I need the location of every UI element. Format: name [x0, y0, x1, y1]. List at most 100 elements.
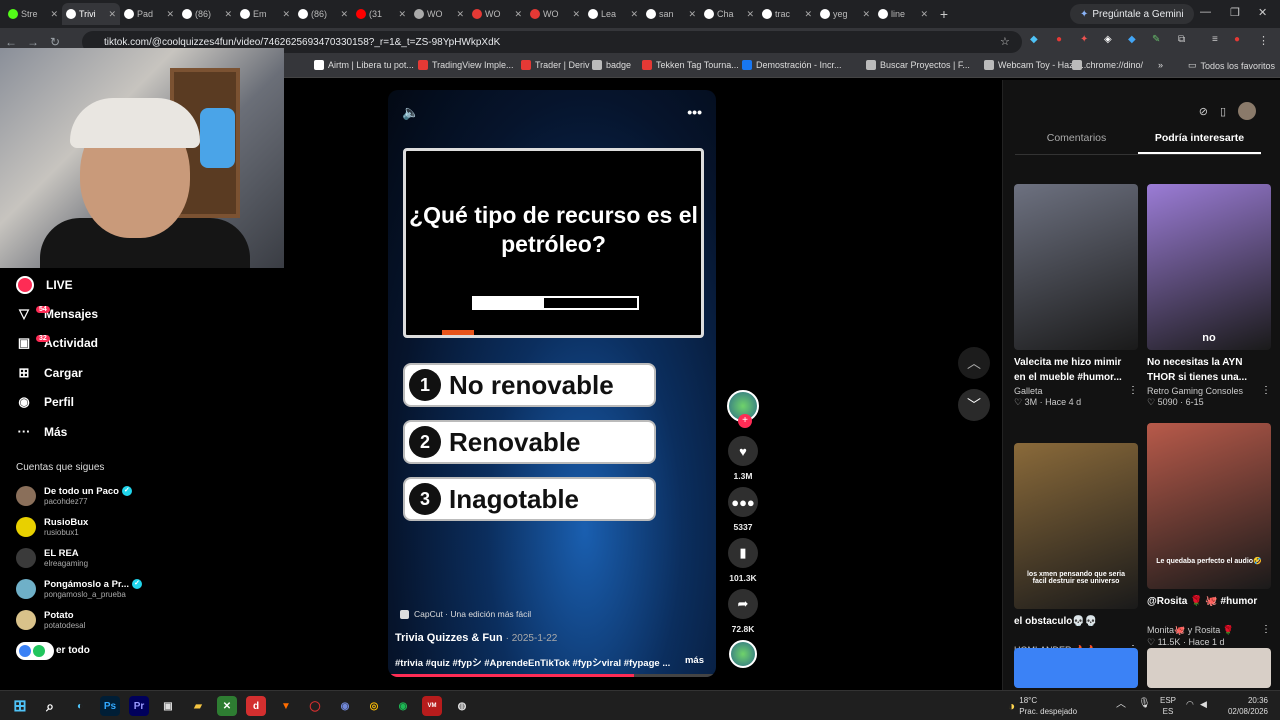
following-account[interactable]: De todo un Paco ✓ pacohdez77 — [0, 480, 285, 511]
video-player[interactable]: 🔈 ••• ¿Qué tipo de recurso es el petróle… — [388, 90, 716, 677]
video-more-link[interactable]: más — [685, 655, 704, 666]
weather-widget[interactable]: ◑ 18°C Prac. despejado — [1008, 695, 1077, 717]
tab-close-icon[interactable]: ✕ — [862, 9, 870, 20]
following-account[interactable]: EL REA elreagaming — [0, 542, 285, 573]
tab-close-icon[interactable]: ✕ — [920, 9, 928, 20]
spotify-icon[interactable]: ◉ — [393, 696, 413, 716]
capcut-label[interactable]: CapCut · Una edición más fácil — [400, 609, 531, 619]
bookmark-item[interactable]: Demostración - Incr... — [742, 60, 842, 70]
volume-icon[interactable]: 🔈 — [402, 104, 419, 121]
tab-recommended[interactable]: Podría interesarte — [1138, 132, 1261, 154]
star-icon[interactable]: ☆ — [1000, 35, 1010, 48]
recommended-video-card[interactable]: los xmen pensando que seria facil destru… — [1014, 443, 1138, 668]
tab-close-icon[interactable]: ✕ — [804, 9, 812, 20]
tab-close-icon[interactable]: ✕ — [224, 9, 232, 20]
tab-close-icon[interactable]: ✕ — [108, 9, 116, 20]
browser-tab[interactable]: Em ✕ — [236, 3, 294, 25]
bookmark-item[interactable]: Tekken Tag Tourna... — [642, 60, 739, 70]
browser-tab[interactable]: Trivi ✕ — [62, 3, 120, 25]
extension-icon[interactable]: ◆ — [1030, 34, 1038, 45]
sidebar-item-upload[interactable]: ⊞ Cargar — [0, 358, 285, 387]
back-icon[interactable]: ← — [0, 35, 22, 49]
minimize-icon[interactable]: — — [1200, 6, 1211, 18]
video-thumbnail[interactable]: no — [1147, 184, 1271, 350]
language-indicator[interactable]: ESP ES — [1160, 695, 1176, 717]
sidebar-item-live[interactable]: ● LIVE — [0, 270, 285, 299]
all-bookmarks-button[interactable]: ▭ Todos los favoritos — [1188, 60, 1275, 71]
tab-close-icon[interactable]: ✕ — [746, 9, 754, 20]
microphone-icon[interactable]: 🎙 — [1138, 698, 1151, 709]
recommended-video-card[interactable]: Valecita me hizo mimir en el mueble #hum… — [1014, 184, 1138, 408]
browser-tab[interactable]: (86) ✕ — [294, 3, 352, 25]
bookmark-item[interactable]: badge — [592, 60, 631, 70]
tab-close-icon[interactable]: ✕ — [50, 9, 58, 20]
brave-icon[interactable]: ▼ — [276, 696, 296, 716]
user-avatar[interactable] — [1238, 102, 1256, 120]
like-button[interactable]: ♥ — [728, 436, 758, 466]
sidebar-item-activity[interactable]: ▣ 32 Actividad — [0, 329, 285, 358]
browser-tab[interactable]: WO ✕ — [526, 3, 584, 25]
card-more-icon[interactable]: ⋮ — [1128, 385, 1138, 396]
browser-tab[interactable]: Pad ✕ — [120, 3, 178, 25]
bookmark-item[interactable]: Trader | Deriv — [521, 60, 590, 70]
volume-tray-icon[interactable]: ◀ — [1200, 699, 1207, 710]
bookmark-item[interactable]: Buscar Proyectos | F... — [866, 60, 970, 70]
folder-icon[interactable]: ▰ — [188, 696, 208, 716]
card-more-icon[interactable]: ⋮ — [1261, 385, 1271, 396]
browser-tab[interactable]: san ✕ — [642, 3, 700, 25]
extension-icon[interactable]: ✎ — [1152, 34, 1160, 45]
browser-tab[interactable]: Stre ✕ — [4, 3, 62, 25]
video-hashtags[interactable]: #trivia #quiz #fypシ #AprendeEnTikTok #fy… — [395, 655, 705, 669]
tab-close-icon[interactable]: ✕ — [166, 9, 174, 20]
see-all-button[interactable]: er todo — [0, 635, 285, 666]
video-more-icon[interactable]: ••• — [687, 104, 702, 121]
recommended-video-card[interactable]: Le quedaba perfecto el audio🤣 @Rosita 🌹 🐙… — [1147, 423, 1271, 648]
comment-button[interactable]: ●●● — [728, 487, 758, 517]
store-icon[interactable]: ▣ — [158, 696, 178, 716]
deriv-icon[interactable]: d — [246, 696, 266, 716]
card-more-icon[interactable]: ⋮ — [1261, 624, 1271, 635]
tray-chevron-icon[interactable]: ︿ — [1116, 699, 1126, 710]
voicemeeter-icon[interactable]: VM — [422, 696, 442, 716]
tab-close-icon[interactable]: ✕ — [340, 9, 348, 20]
bookmark-item[interactable]: Airtm | Libera tu pot... — [314, 60, 414, 70]
extension-icon[interactable]: ✦ — [1080, 34, 1088, 45]
browser-tab[interactable]: yeg ✕ — [816, 3, 874, 25]
recommended-video-card[interactable]: no No necesitas la AYN THOR si tienes una… — [1147, 184, 1271, 408]
browser-tab[interactable]: (86) ✕ — [178, 3, 236, 25]
opera-icon[interactable]: ◯ — [305, 696, 325, 716]
chrome-icon[interactable]: ◎ — [364, 696, 384, 716]
tab-close-icon[interactable]: ✕ — [282, 9, 290, 20]
next-video-button[interactable]: ﹀ — [958, 389, 990, 421]
browser-tab[interactable]: line ✕ — [874, 3, 932, 25]
sidebar-item-messages[interactable]: ▽ 54 Mensajes — [0, 299, 285, 328]
browser-tab[interactable]: trac ✕ — [758, 3, 816, 25]
extension-icon[interactable]: ● — [1056, 34, 1062, 45]
answer-option[interactable]: 1 No renovable — [403, 363, 656, 407]
sidebar-item-profile[interactable]: ◉ Perfil — [0, 388, 285, 417]
gemini-button[interactable]: ✦ Pregúntale a Gemini — [1070, 4, 1194, 24]
menu-icon[interactable]: ⋮ — [1258, 34, 1269, 47]
new-tab-button[interactable]: + — [932, 6, 956, 22]
video-thumbnail[interactable] — [1014, 648, 1138, 688]
video-thumbnail[interactable] — [1014, 184, 1138, 350]
search-icon[interactable]: ⌕ — [40, 696, 60, 716]
extension-icon[interactable]: ◆ — [1128, 34, 1136, 45]
maximize-icon[interactable]: ❐ — [1230, 6, 1240, 19]
video-thumbnail[interactable]: los xmen pensando que seria facil destru… — [1014, 443, 1138, 609]
reload-icon[interactable]: ↻ — [44, 35, 66, 49]
video-author[interactable]: Trivia Quizzes & Fun · 2025-1-22 — [395, 632, 557, 644]
video-progress-bar[interactable] — [388, 674, 716, 677]
tab-close-icon[interactable]: ✕ — [456, 9, 464, 20]
follow-plus-icon[interactable]: + — [738, 414, 752, 428]
bookmarks-overflow-button[interactable]: » — [1158, 60, 1163, 70]
compass-icon[interactable]: ⊘ — [1199, 105, 1208, 118]
obs-icon[interactable]: ◍ — [452, 696, 472, 716]
xbox-icon[interactable]: ✕ — [217, 696, 237, 716]
wifi-icon[interactable]: ◠ — [1186, 699, 1194, 710]
save-button[interactable]: ▮ — [728, 538, 758, 568]
video-thumbnail[interactable]: Le quedaba perfecto el audio🤣 — [1147, 423, 1271, 589]
media-icon[interactable]: ≡ — [1212, 34, 1218, 45]
previous-video-button[interactable]: ︿ — [958, 347, 990, 379]
discord-icon[interactable]: ◉ — [335, 696, 355, 716]
